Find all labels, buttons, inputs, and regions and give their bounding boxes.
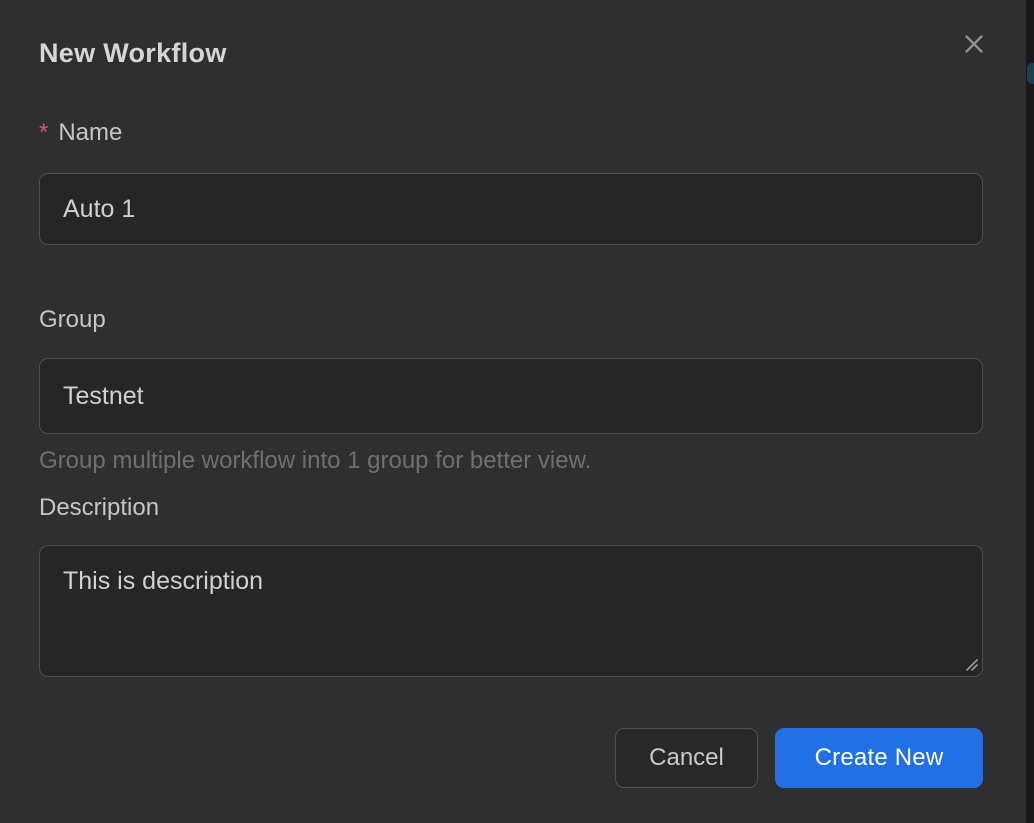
page-background-strip	[1026, 0, 1034, 823]
name-input[interactable]	[39, 173, 983, 245]
group-input[interactable]	[39, 358, 983, 434]
new-workflow-dialog: New Workflow * Name Group Group multiple …	[0, 0, 1026, 823]
page: New Workflow * Name Group Group multiple …	[0, 0, 1034, 823]
required-asterisk: *	[39, 119, 48, 146]
resize-handle[interactable]	[963, 656, 979, 672]
name-field-label: * Name	[39, 118, 983, 148]
resize-grip-icon	[963, 659, 979, 676]
close-button[interactable]	[958, 29, 990, 61]
close-icon	[959, 29, 989, 62]
cancel-button[interactable]: Cancel	[615, 728, 758, 788]
description-textarea[interactable]: This is description	[39, 545, 983, 677]
name-label-text: Name	[58, 119, 122, 146]
description-label-text: Description	[39, 494, 159, 521]
dialog-title: New Workflow	[39, 38, 983, 69]
group-field-label: Group	[39, 305, 983, 335]
description-field-label: Description	[39, 493, 983, 523]
group-help-text: Group multiple workflow into 1 group for…	[39, 447, 983, 475]
background-edge-widget	[1027, 63, 1034, 84]
create-new-button[interactable]: Create New	[775, 728, 983, 788]
description-textarea-wrap: This is description	[39, 545, 983, 677]
dialog-footer: Cancel Create New	[39, 728, 983, 788]
group-label-text: Group	[39, 306, 106, 333]
